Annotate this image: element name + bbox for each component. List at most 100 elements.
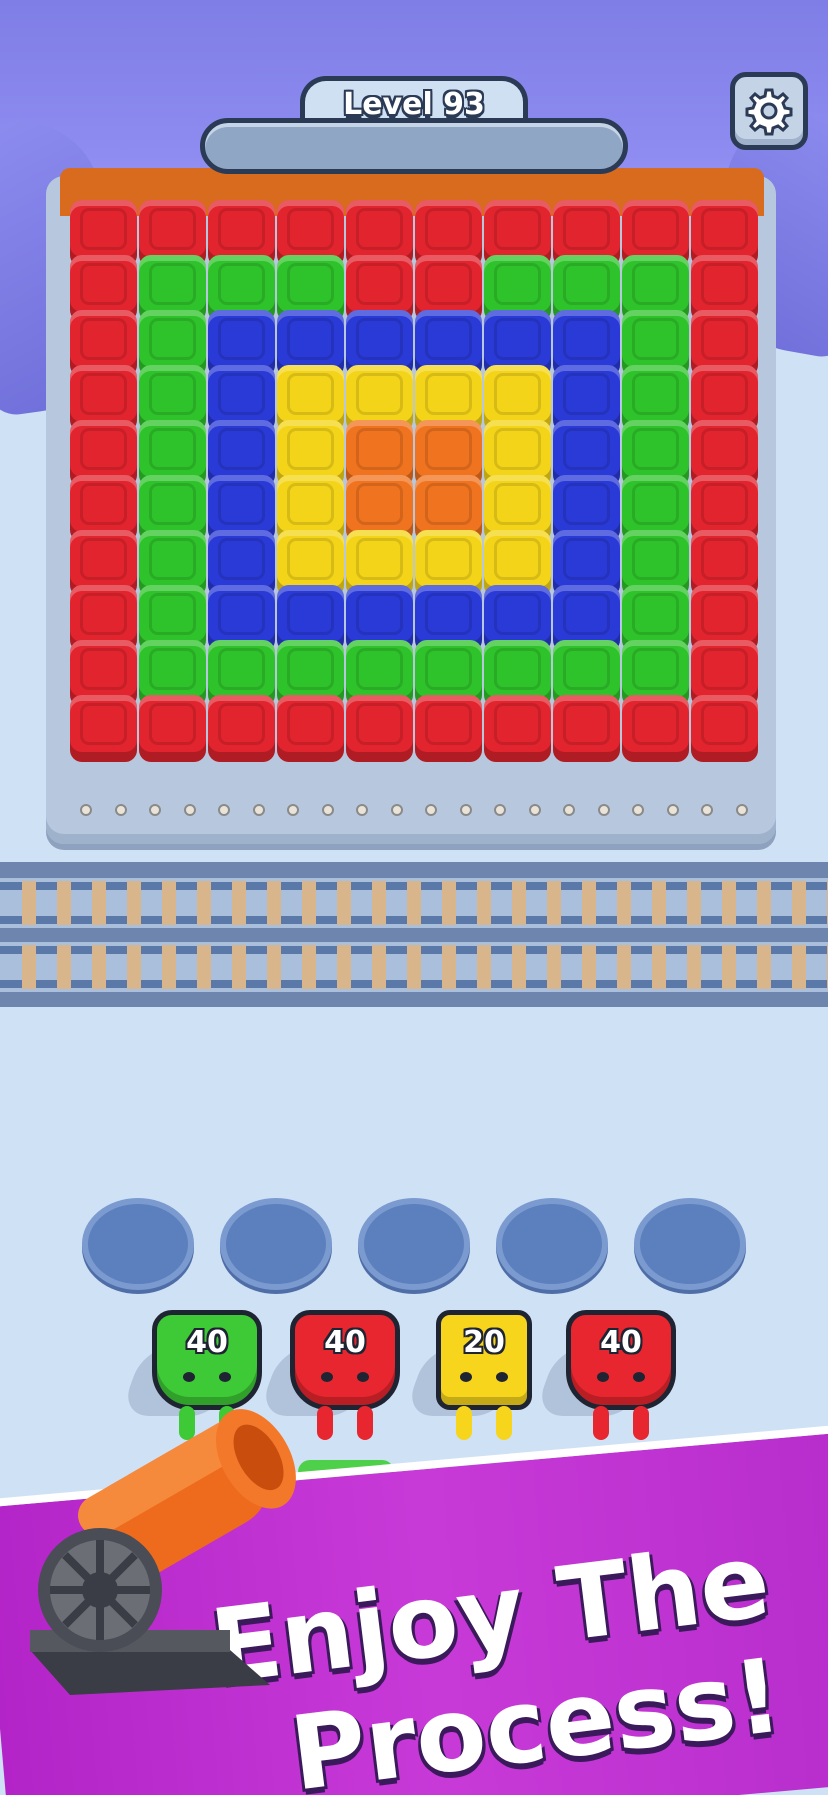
wheel	[494, 804, 506, 816]
rail-tie	[617, 945, 631, 989]
rail-tie	[127, 881, 141, 925]
shooter-eye	[357, 1372, 369, 1382]
shooter-slot[interactable]	[358, 1198, 470, 1290]
shooter-head: 40	[566, 1310, 676, 1410]
wheel	[149, 804, 161, 816]
block-cell	[277, 695, 344, 762]
level-label: Level 93	[343, 87, 485, 122]
block-cell	[415, 695, 482, 762]
shooter-leg	[357, 1406, 373, 1440]
rail-tie	[477, 945, 491, 989]
shooter-eye	[321, 1372, 333, 1382]
shooter-eye	[460, 1372, 472, 1382]
shooter-slot[interactable]	[220, 1198, 332, 1290]
block-cell	[691, 695, 758, 762]
block-cell	[208, 695, 275, 762]
rail-tie	[57, 881, 71, 925]
rail-tie	[302, 945, 316, 989]
shooter-count: 40	[186, 1325, 228, 1360]
rail-tie	[547, 945, 561, 989]
shooter-slot[interactable]	[634, 1198, 746, 1290]
wheel	[321, 804, 334, 816]
shooter-leg	[456, 1406, 472, 1440]
shooter-red[interactable]: 40	[566, 1310, 676, 1440]
rail-tie	[372, 881, 386, 925]
wheel	[252, 804, 265, 816]
rail-tie	[547, 881, 561, 925]
rail-tie	[302, 881, 316, 925]
shooter-count: 40	[324, 1325, 366, 1360]
rail-tie	[582, 945, 596, 989]
rail-tie	[337, 945, 351, 989]
shooter-slot[interactable]	[82, 1198, 194, 1290]
shooter-head: 40	[152, 1310, 262, 1410]
rail-tie	[617, 881, 631, 925]
rail-tie	[687, 945, 701, 989]
board-wheels	[72, 804, 762, 820]
wheel	[287, 804, 299, 816]
shooter-count: 20	[463, 1325, 505, 1360]
wheel	[183, 804, 196, 816]
shooter-count: 40	[600, 1325, 642, 1360]
wheel	[114, 804, 127, 816]
shooter-leg	[496, 1406, 512, 1440]
rail-tie	[127, 945, 141, 989]
rail-tie	[162, 881, 176, 925]
rail-tie	[337, 881, 351, 925]
shooter-eye	[633, 1372, 645, 1382]
rail-tie	[92, 945, 106, 989]
rail-tie	[652, 881, 666, 925]
wheel	[632, 804, 644, 816]
wheel	[563, 804, 575, 816]
wheel	[735, 804, 748, 816]
rail-tie	[792, 945, 806, 989]
wheel	[597, 804, 610, 816]
rail-tie	[267, 945, 281, 989]
wheel	[390, 804, 403, 816]
rail-tie	[722, 881, 736, 925]
settings-button[interactable]	[730, 72, 808, 150]
shooter-leg	[633, 1406, 649, 1440]
shooter-eye	[183, 1372, 195, 1382]
rail-tie	[442, 881, 456, 925]
rail-tie	[687, 881, 701, 925]
rail-tie	[267, 881, 281, 925]
shooter-eye	[496, 1372, 508, 1382]
block-cell	[553, 695, 620, 762]
block-cell	[622, 695, 689, 762]
shooter-slot[interactable]	[496, 1198, 608, 1290]
block-cell	[484, 695, 551, 762]
wheel	[425, 804, 437, 816]
rail-tie	[582, 881, 596, 925]
gear-icon	[745, 88, 793, 136]
wheel	[356, 804, 368, 816]
rail-tie	[22, 881, 36, 925]
block-cell	[139, 695, 206, 762]
shooter-yellow[interactable]: 20	[436, 1310, 532, 1440]
wheel	[666, 804, 679, 816]
rail-tie	[232, 945, 246, 989]
rail-tie	[197, 945, 211, 989]
shooter-eye	[219, 1372, 231, 1382]
rail-tie	[57, 945, 71, 989]
block-cell	[346, 695, 413, 762]
conveyor-tracks	[0, 862, 828, 1007]
wheel	[701, 804, 713, 816]
rail-tie	[442, 945, 456, 989]
shooter-eye	[597, 1372, 609, 1382]
shooter-head: 20	[436, 1310, 532, 1410]
level-progress-bar	[200, 118, 628, 174]
rail-tie	[757, 945, 771, 989]
wheel	[218, 804, 230, 816]
rail-tie	[792, 881, 806, 925]
rail-tie	[407, 945, 421, 989]
rail-tie	[722, 945, 736, 989]
wheel	[80, 804, 92, 816]
cannon-icon	[30, 1409, 296, 1695]
rail-tie	[92, 881, 106, 925]
rail-tie	[652, 945, 666, 989]
rail-tie	[232, 881, 246, 925]
rail-tie	[22, 945, 36, 989]
rail-tie	[372, 945, 386, 989]
rail-tie	[197, 881, 211, 925]
